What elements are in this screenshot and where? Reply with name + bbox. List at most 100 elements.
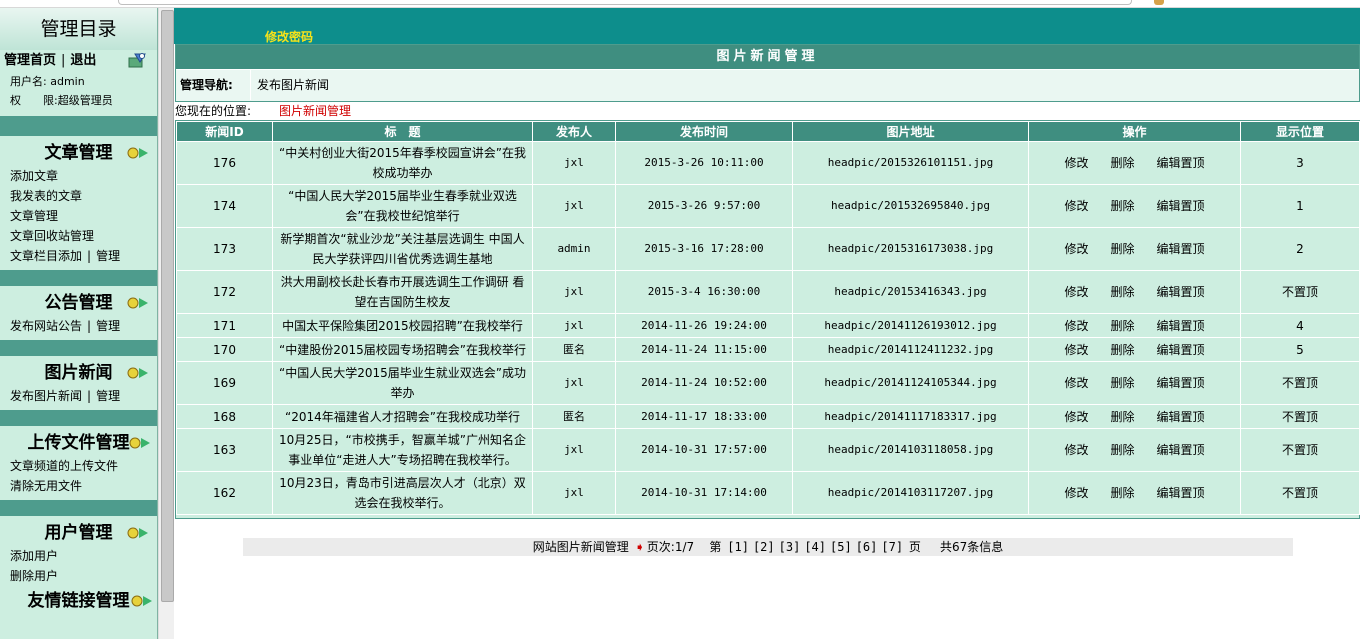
scrollbar-thumb[interactable]	[161, 10, 174, 602]
pin-top-link[interactable]: 编辑置顶	[1157, 340, 1205, 360]
edit-link[interactable]: 修改	[1064, 239, 1088, 259]
cell-position: 不置顶	[1240, 471, 1360, 515]
delete-link[interactable]: 删除	[1110, 153, 1134, 173]
table-row: 172 洪大用副校长赴长春市开展选调生工作调研 看望在吉国防生校友 jxl 2015-…	[176, 270, 1360, 314]
delete-link[interactable]: 删除	[1110, 373, 1134, 393]
page-link-5[interactable]: [5]	[830, 540, 852, 554]
sidebar-link-add-article[interactable]: 添加文章	[0, 166, 157, 186]
delete-link[interactable]: 删除	[1110, 407, 1134, 427]
cell-pic: headpic/2014103117207.jpg	[792, 471, 1029, 515]
pager-page-info: 页次:1/7	[646, 540, 695, 554]
admin-home-link[interactable]: 管理首页	[4, 53, 56, 68]
col-header-position: 显示位置	[1240, 121, 1360, 142]
logout-link[interactable]: 退出	[70, 53, 96, 68]
news-table: 新闻ID 标 题 发布人 发布时间 图片地址 操作 显示位置 176 “中关村创业…	[176, 121, 1360, 515]
page-link-2[interactable]: [2]	[753, 540, 775, 554]
edit-link[interactable]: 修改	[1064, 483, 1088, 503]
delete-link[interactable]: 删除	[1110, 340, 1134, 360]
section-title: 上传文件管理	[27, 433, 130, 453]
delete-link[interactable]: 删除	[1110, 239, 1134, 259]
pin-top-link[interactable]: 编辑置顶	[1157, 239, 1205, 259]
gear-arrow-icon	[131, 595, 152, 607]
sidebar-link-publish-notice[interactable]: 发布网站公告	[10, 319, 82, 333]
col-header-id: 新闻ID	[176, 121, 273, 142]
edit-link[interactable]: 修改	[1064, 153, 1088, 173]
cell-position: 不置顶	[1240, 428, 1360, 472]
sidebar-link-delete-user[interactable]: 删除用户	[0, 566, 157, 586]
pager-prefix: 第	[709, 540, 722, 554]
cell-author: jxl	[532, 141, 616, 185]
pin-top-link[interactable]: 编辑置顶	[1157, 316, 1205, 336]
edit-link[interactable]: 修改	[1064, 316, 1088, 336]
sidebar-link-clear-files[interactable]: 清除无用文件	[0, 476, 157, 496]
cell-pic: headpic/20153416343.jpg	[792, 270, 1029, 314]
cell-position: 4	[1240, 313, 1360, 338]
cell-pic: headpic/20141117183317.jpg	[792, 404, 1029, 429]
sidebar-link-upload-files[interactable]: 文章频道的上传文件	[0, 456, 157, 476]
section-upload[interactable]: 上传文件管理	[0, 430, 157, 456]
section-article[interactable]: 文章管理	[0, 140, 157, 166]
pin-top-link[interactable]: 编辑置顶	[1157, 440, 1205, 460]
cell-title: “中国人民大学2015届毕业生春季就业双选会”在我校世纪馆举行	[272, 184, 533, 228]
change-password-link[interactable]: 修改密码	[265, 28, 313, 45]
sidebar-divider	[0, 270, 157, 286]
page-link-4[interactable]: [4]	[804, 540, 826, 554]
sidebar-link-publish-picnews[interactable]: 发布图片新闻	[10, 389, 82, 403]
section-notice[interactable]: 公告管理	[0, 290, 157, 316]
breadcrumb-current[interactable]: 图片新闻管理	[279, 104, 351, 118]
sidebar-link-article-manage[interactable]: 文章管理	[0, 206, 157, 226]
sidebar-link-article-recycle[interactable]: 文章回收站管理	[0, 226, 157, 246]
table-row: 176 “中关村创业大街2015年春季校园宣讲会”在我校成功举办 jxl 2015-3…	[176, 141, 1360, 185]
section-users[interactable]: 用户管理	[0, 520, 157, 546]
pin-top-link[interactable]: 编辑置顶	[1157, 407, 1205, 427]
cell-actions: 修改 删除 编辑置顶	[1028, 313, 1241, 338]
edit-link[interactable]: 修改	[1064, 282, 1088, 302]
sidebar-link-picnews-manage[interactable]: 管理	[96, 389, 120, 403]
news-table-wrap: 新闻ID 标 题 发布人 发布时间 图片地址 操作 显示位置 176 “中关村创业…	[175, 120, 1360, 519]
delete-link[interactable]: 删除	[1110, 440, 1134, 460]
delete-link[interactable]: 删除	[1110, 196, 1134, 216]
page-link-1[interactable]: [1]	[727, 540, 749, 554]
edit-link[interactable]: 修改	[1064, 373, 1088, 393]
delete-link[interactable]: 删除	[1110, 483, 1134, 503]
col-header-author: 发布人	[532, 121, 616, 142]
cell-title: “中关村创业大街2015年春季校园宣讲会”在我校成功举办	[272, 141, 533, 185]
cell-title: 10月23日，青岛市引进高层次人才（北京）双选会在我校举行。	[272, 471, 533, 515]
table-row: 173 新学期首次“就业沙龙”关注基层选调生 中国人民大学获评四川省优秀选调生基地…	[176, 227, 1360, 271]
pin-top-link[interactable]: 编辑置顶	[1157, 373, 1205, 393]
pin-top-link[interactable]: 编辑置顶	[1157, 153, 1205, 173]
edit-link[interactable]: 修改	[1064, 407, 1088, 427]
sidebar-link-column-manage[interactable]: 管理	[96, 249, 120, 263]
address-bar[interactable]	[118, 0, 1132, 5]
delete-link[interactable]: 删除	[1110, 316, 1134, 336]
pin-top-link[interactable]: 编辑置顶	[1157, 196, 1205, 216]
sidebar-link-add-column[interactable]: 文章栏目添加	[10, 249, 82, 263]
page-link-6[interactable]: [6]	[856, 540, 878, 554]
sidebar-link-add-user[interactable]: 添加用户	[0, 546, 157, 566]
gear-arrow-icon	[127, 147, 148, 159]
cell-time: 2014-11-17 18:33:00	[615, 404, 793, 429]
section-picture-news[interactable]: 图片新闻	[0, 360, 157, 386]
edit-link[interactable]: 修改	[1064, 340, 1088, 360]
page-link-3[interactable]: [3]	[779, 540, 801, 554]
divider: |	[87, 389, 92, 403]
pin-top-link[interactable]: 编辑置顶	[1157, 282, 1205, 302]
sidebar-link-my-articles[interactable]: 我发表的文章	[0, 186, 157, 206]
table-row: 169 “中国人民大学2015届毕业生就业双选会”成功举办 jxl 2014-11-2…	[176, 361, 1360, 405]
pin-top-link[interactable]: 编辑置顶	[1157, 483, 1205, 503]
breadcrumb-label: 您现在的位置:	[175, 104, 252, 118]
main-content: 修改密码 图片新闻管理 管理导航: 发布图片新闻 您现在的位置: 图片新闻管理 新闻…	[174, 8, 1360, 639]
cell-time: 2015-3-26 10:11:00	[615, 141, 793, 185]
section-friend-links[interactable]: 友情链接管理	[0, 588, 157, 614]
delete-link[interactable]: 删除	[1110, 282, 1134, 302]
sidebar-link-notice-manage[interactable]: 管理	[96, 319, 120, 333]
cell-position: 5	[1240, 337, 1360, 362]
sidebar-link-column-row: 文章栏目添加 | 管理	[0, 246, 157, 266]
nav-label: 管理导航:	[176, 70, 251, 100]
cell-title: 新学期首次“就业沙龙”关注基层选调生 中国人民大学获评四川省优秀选调生基地	[272, 227, 533, 271]
sidebar-scrollbar[interactable]	[158, 8, 174, 639]
edit-link[interactable]: 修改	[1064, 196, 1088, 216]
edit-link[interactable]: 修改	[1064, 440, 1088, 460]
publish-picnews-link[interactable]: 发布图片新闻	[251, 78, 329, 92]
page-link-7[interactable]: [7]	[881, 540, 903, 554]
